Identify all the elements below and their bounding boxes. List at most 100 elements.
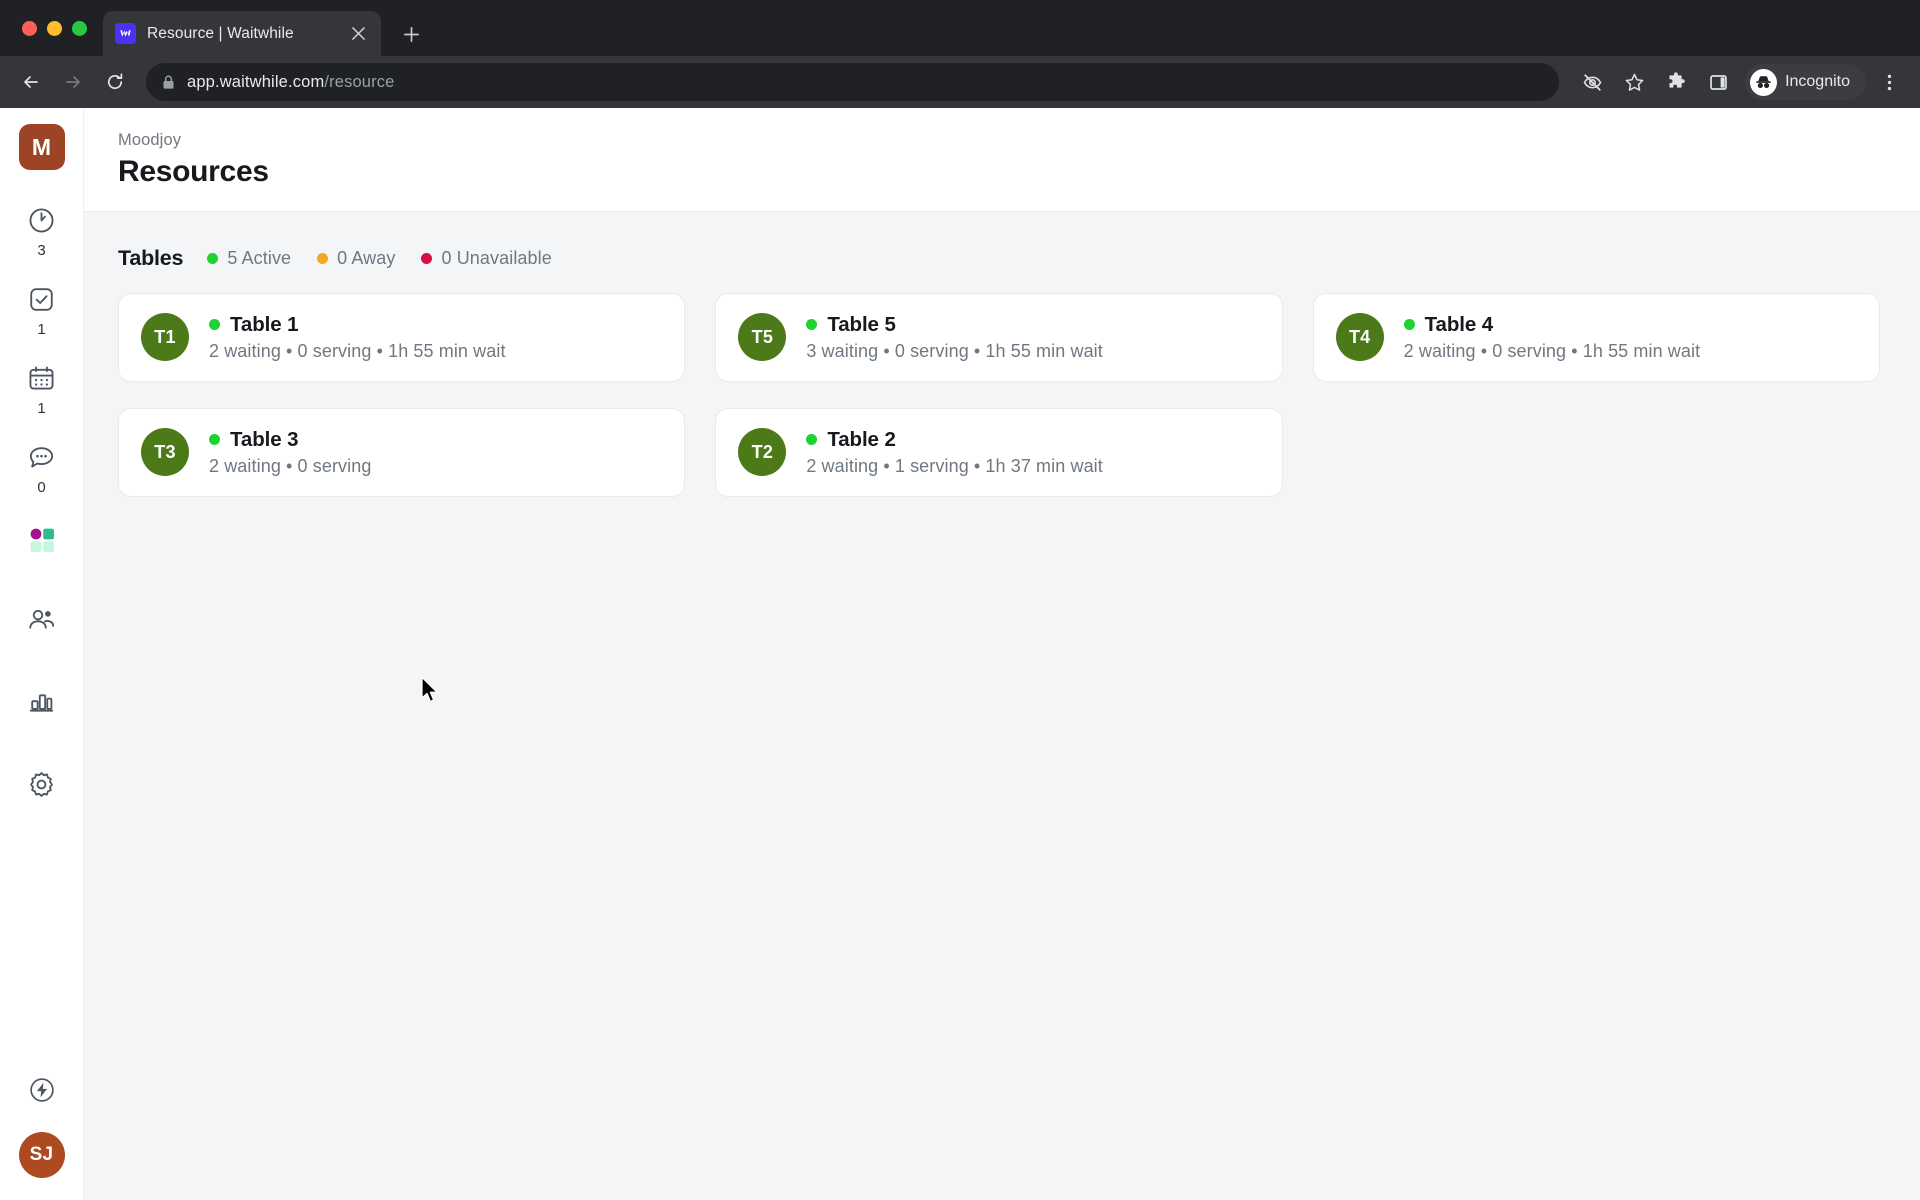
sidebar-footer: SJ: [18, 1075, 65, 1200]
resource-details: 2 waiting • 0 serving • 1h 55 min wait: [209, 340, 506, 361]
resource-details: 2 waiting • 0 serving • 1h 55 min wait: [1403, 340, 1701, 361]
minimize-window-button[interactable]: [47, 20, 62, 36]
zoom-window-button[interactable]: [72, 20, 87, 36]
resource-info: Table 1 2 waiting • 0 serving • 1h 55 min…: [209, 313, 506, 362]
page-viewport: M 3 1 1 0 SJ Moodjoy Resources Tables 5 …: [0, 108, 1920, 1200]
breadcrumb[interactable]: Moodjoy: [118, 128, 1880, 153]
legend-item-unavailable: 0 Unavailable: [421, 247, 552, 269]
page-header: Moodjoy Resources: [84, 108, 1920, 212]
resource-status-dot: [806, 319, 818, 331]
resource-card[interactable]: T5 Table 5 3 waiting • 0 serving • 1h 55 m…: [715, 292, 1283, 382]
check-box-icon: [26, 284, 57, 320]
url-text: app.waitwhile.com/resource: [187, 73, 395, 92]
sidebar-count-messages: 0: [37, 479, 46, 496]
legend-item-active: 5 Active: [207, 248, 291, 269]
three-dot-menu-icon[interactable]: [1870, 63, 1908, 101]
section-title: Tables: [118, 245, 184, 270]
resource-details: 3 waiting • 0 serving • 1h 55 min wait: [806, 340, 1103, 361]
resource-info: Table 2 2 waiting • 1 serving • 1h 37 min…: [806, 428, 1103, 477]
resource-info: Table 5 3 waiting • 0 serving • 1h 55 min…: [806, 313, 1103, 362]
back-arrow-icon[interactable]: [12, 63, 50, 101]
legend-label-unavailable: 0 Unavailable: [441, 247, 552, 268]
clock-icon: [26, 205, 57, 241]
sidebar-item-bookings[interactable]: 1: [9, 354, 75, 425]
status-dot-unavailable: [421, 252, 433, 264]
resource-card[interactable]: T1 Table 1 2 waiting • 0 serving • 1h 55 m…: [118, 292, 686, 382]
resource-avatar: T4: [1335, 313, 1384, 362]
chat-bubble-icon: [26, 442, 57, 478]
resource-title-row: Table 4: [1403, 312, 1701, 337]
resources-grid-icon: [28, 526, 56, 559]
url-host: app.waitwhile.com: [187, 72, 325, 91]
app-sidebar: M 3 1 1 0 SJ: [0, 108, 84, 1200]
legend-label-away: 0 Away: [337, 247, 396, 268]
browser-window: Resource | Waitwhile app.waitwhile.com/r…: [0, 0, 1920, 1200]
status-dot-away: [317, 252, 329, 264]
sidebar-item-resources[interactable]: [9, 512, 75, 573]
sidebar-item-analytics[interactable]: [9, 673, 75, 737]
bar-chart-icon: [26, 687, 57, 723]
sidebar-count-waitlist: 3: [37, 242, 46, 259]
resource-avatar: T1: [141, 313, 189, 362]
section-header: Tables 5 Active 0 Away 0 Unavailable: [118, 246, 1880, 271]
lightning-bolt-icon[interactable]: [27, 1075, 57, 1110]
tab-title: Resource | Waitwhile: [147, 24, 294, 42]
close-window-button[interactable]: [22, 20, 37, 36]
browser-tab[interactable]: Resource | Waitwhile: [103, 11, 381, 56]
incognito-avatar-icon: [1750, 68, 1778, 96]
resource-avatar: T2: [738, 428, 787, 477]
eye-slash-icon[interactable]: [1573, 63, 1611, 101]
resource-card[interactable]: T2 Table 2 2 waiting • 1 serving • 1h 37 m…: [715, 407, 1283, 497]
resource-info: Table 3 2 waiting • 0 serving: [209, 428, 371, 477]
resource-name: Table 2: [827, 427, 896, 451]
window-traffic-lights: [18, 0, 103, 56]
lock-icon: [162, 75, 175, 90]
people-icon: [26, 605, 57, 641]
resource-name: Table 3: [230, 427, 299, 451]
waitwhile-favicon: [115, 23, 136, 44]
resource-card[interactable]: T3 Table 3 2 waiting • 0 serving: [118, 407, 686, 497]
resource-title-row: Table 2: [806, 428, 1103, 452]
page-body: Tables 5 Active 0 Away 0 Unavailable T1 …: [84, 212, 1920, 1200]
resource-status-dot: [1403, 319, 1415, 331]
gear-icon: [26, 769, 57, 805]
user-avatar[interactable]: SJ: [18, 1132, 65, 1178]
resource-status-dot: [209, 319, 220, 331]
org-avatar[interactable]: M: [18, 124, 65, 170]
resource-name: Table 4: [1424, 312, 1494, 336]
browser-toolbar: app.waitwhile.com/resource Incognito: [0, 56, 1920, 108]
sidebar-item-messages[interactable]: 0: [9, 433, 75, 504]
resource-avatar: T5: [738, 313, 787, 362]
incognito-label: Incognito: [1785, 73, 1850, 90]
resource-card-grid: T1 Table 1 2 waiting • 0 serving • 1h 55 m…: [118, 292, 1880, 497]
legend-label-active: 5 Active: [227, 247, 292, 268]
new-tab-button[interactable]: [393, 16, 429, 52]
status-legend: 5 Active 0 Away 0 Unavailable: [207, 248, 552, 269]
resource-title-row: Table 1: [209, 313, 506, 337]
calendar-icon: [26, 363, 57, 399]
resource-title-row: Table 5: [806, 313, 1103, 337]
extensions-puzzle-icon[interactable]: [1657, 63, 1695, 101]
status-dot-active: [207, 252, 219, 264]
main-content: Moodjoy Resources Tables 5 Active 0 Away: [84, 108, 1920, 1200]
close-tab-button[interactable]: [347, 23, 369, 45]
incognito-profile-button[interactable]: Incognito: [1745, 64, 1866, 100]
resource-avatar: T3: [141, 428, 189, 477]
reload-icon[interactable]: [96, 63, 134, 101]
resource-name: Table 5: [827, 312, 896, 336]
sidebar-item-settings[interactable]: [9, 755, 75, 819]
bookmark-star-icon[interactable]: [1615, 63, 1653, 101]
resource-status-dot: [209, 434, 220, 446]
sidebar-count-checkin: 1: [37, 321, 46, 338]
sidebar-item-customers[interactable]: [9, 591, 75, 655]
sidebar-count-bookings: 1: [37, 400, 46, 417]
side-panel-icon[interactable]: [1699, 63, 1737, 101]
sidebar-item-checkin[interactable]: 1: [9, 275, 75, 346]
legend-item-away: 0 Away: [317, 248, 395, 269]
address-bar[interactable]: app.waitwhile.com/resource: [146, 63, 1560, 101]
resource-title-row: Table 3: [209, 428, 371, 452]
page-title: Resources: [118, 154, 269, 188]
sidebar-item-waitlist[interactable]: 3: [9, 196, 75, 267]
forward-arrow-icon[interactable]: [54, 63, 92, 101]
resource-card[interactable]: T4 Table 4 2 waiting • 0 serving • 1h 55 m…: [1312, 292, 1880, 382]
